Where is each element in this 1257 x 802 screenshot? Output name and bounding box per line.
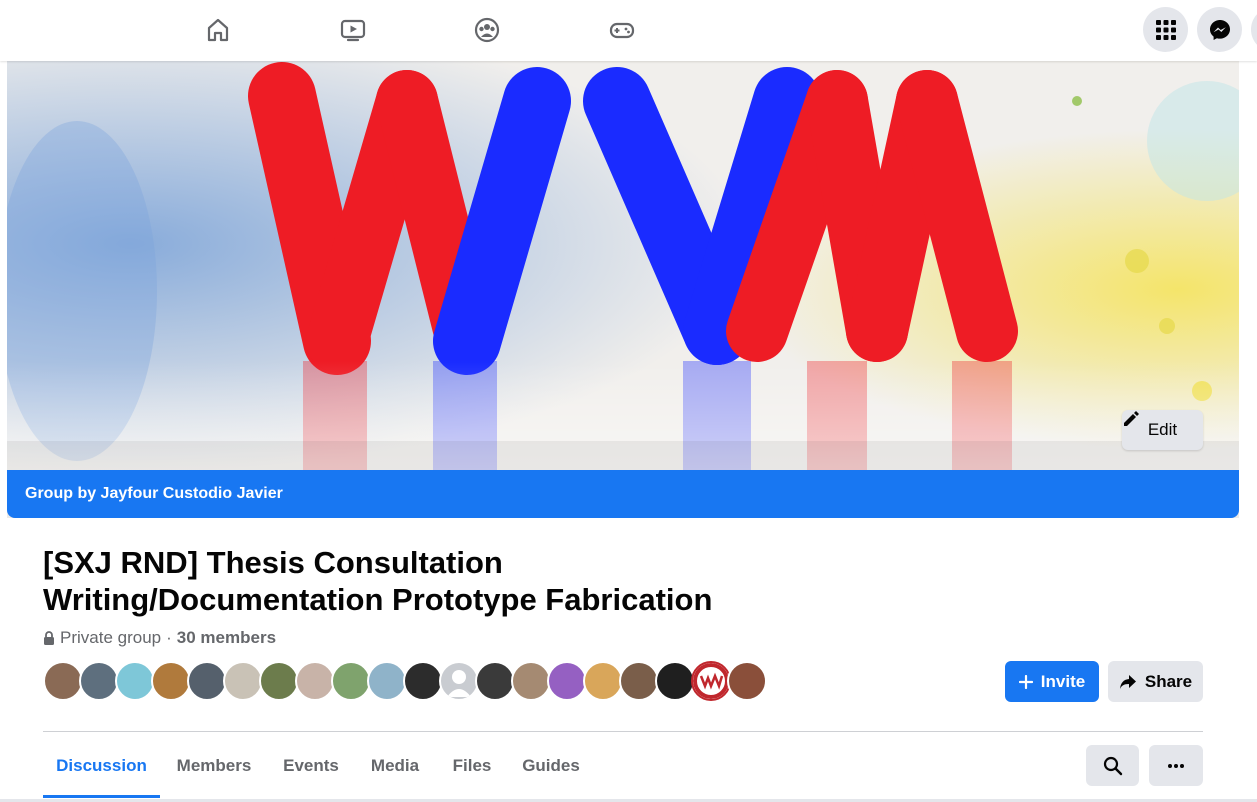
- gaming-icon[interactable]: [602, 10, 642, 50]
- avatar[interactable]: [223, 661, 263, 701]
- share-label: Share: [1144, 671, 1193, 691]
- group-by-line[interactable]: Group by Jayfour Custodio Javier: [25, 485, 283, 503]
- tab-label: Discussion: [56, 756, 147, 775]
- avatar[interactable]: [187, 661, 227, 701]
- invite-button[interactable]: Invite: [1005, 661, 1099, 702]
- groups-icon[interactable]: [467, 10, 507, 50]
- plus-icon: [1018, 674, 1033, 689]
- menu-grid-icon[interactable]: [1143, 7, 1188, 52]
- avatar[interactable]: [43, 661, 83, 701]
- tab-label: Guides: [522, 756, 580, 775]
- title-line-1: [SXJ RND] Thesis Consultation: [43, 545, 503, 580]
- avatar[interactable]: [655, 661, 695, 701]
- more-options-button[interactable]: [1149, 745, 1203, 786]
- avatar[interactable]: [79, 661, 119, 701]
- avatar[interactable]: [367, 661, 407, 701]
- tab-files[interactable]: Files: [444, 743, 500, 789]
- avatar[interactable]: [547, 661, 587, 701]
- messenger-icon[interactable]: [1197, 7, 1242, 52]
- tab-members[interactable]: Members: [166, 743, 262, 789]
- avatar[interactable]: [511, 661, 551, 701]
- avatar[interactable]: [727, 661, 767, 701]
- share-button[interactable]: Share: [1108, 661, 1203, 702]
- more-icon: [1168, 763, 1184, 768]
- avatar[interactable]: [259, 661, 299, 701]
- pencil-icon: [1124, 411, 1139, 426]
- avatar[interactable]: [619, 661, 659, 701]
- home-icon[interactable]: [198, 10, 238, 50]
- group-meta: Private group · 30 members: [43, 628, 276, 648]
- divider: [43, 731, 1203, 732]
- title-line-2: Writing/Documentation Prototype Fabricat…: [43, 582, 713, 617]
- avatar[interactable]: [439, 661, 479, 701]
- tab-events[interactable]: Events: [276, 743, 346, 789]
- invite-label: Invite: [1040, 671, 1086, 691]
- avatar[interactable]: [151, 661, 191, 701]
- lock-icon: [44, 631, 54, 645]
- page-title: [SXJ RND] Thesis Consultation Writing/Do…: [43, 544, 843, 618]
- cover-photo: Edit: [7, 61, 1239, 518]
- tab-guides[interactable]: Guides: [514, 743, 588, 789]
- top-navigation-bar: [0, 0, 1257, 61]
- edit-label: Edit: [1147, 420, 1178, 439]
- tab-label: Media: [370, 756, 420, 775]
- tab-label: Files: [452, 756, 492, 775]
- avatar[interactable]: [403, 661, 443, 701]
- active-tab-indicator: [43, 795, 160, 798]
- tab-discussion[interactable]: Discussion: [43, 743, 160, 789]
- group-page: Edit Group by Jayfour Custodio Javier [S…: [0, 61, 1257, 802]
- tab-label: Events: [283, 756, 339, 775]
- tab-media[interactable]: Media: [360, 743, 430, 789]
- avatar[interactable]: [475, 661, 515, 701]
- avatar[interactable]: [583, 661, 623, 701]
- share-icon: [1119, 674, 1136, 689]
- avatar[interactable]: [331, 661, 371, 701]
- notifications-button[interactable]: [1251, 7, 1257, 52]
- avatar[interactable]: [691, 661, 731, 701]
- avatar[interactable]: [295, 661, 335, 701]
- group-owner-banner[interactable]: Group by Jayfour Custodio Javier: [7, 470, 1239, 518]
- edit-cover-button[interactable]: Edit: [1122, 410, 1203, 450]
- privacy-label[interactable]: Private group: [60, 628, 161, 648]
- avatar[interactable]: [115, 661, 155, 701]
- watch-icon[interactable]: [333, 10, 373, 50]
- search-button[interactable]: [1086, 745, 1139, 786]
- tab-label: Members: [176, 756, 252, 775]
- meta-separator: ·: [166, 628, 172, 647]
- search-icon: [1103, 756, 1122, 775]
- members-count[interactable]: 30 members: [177, 628, 276, 648]
